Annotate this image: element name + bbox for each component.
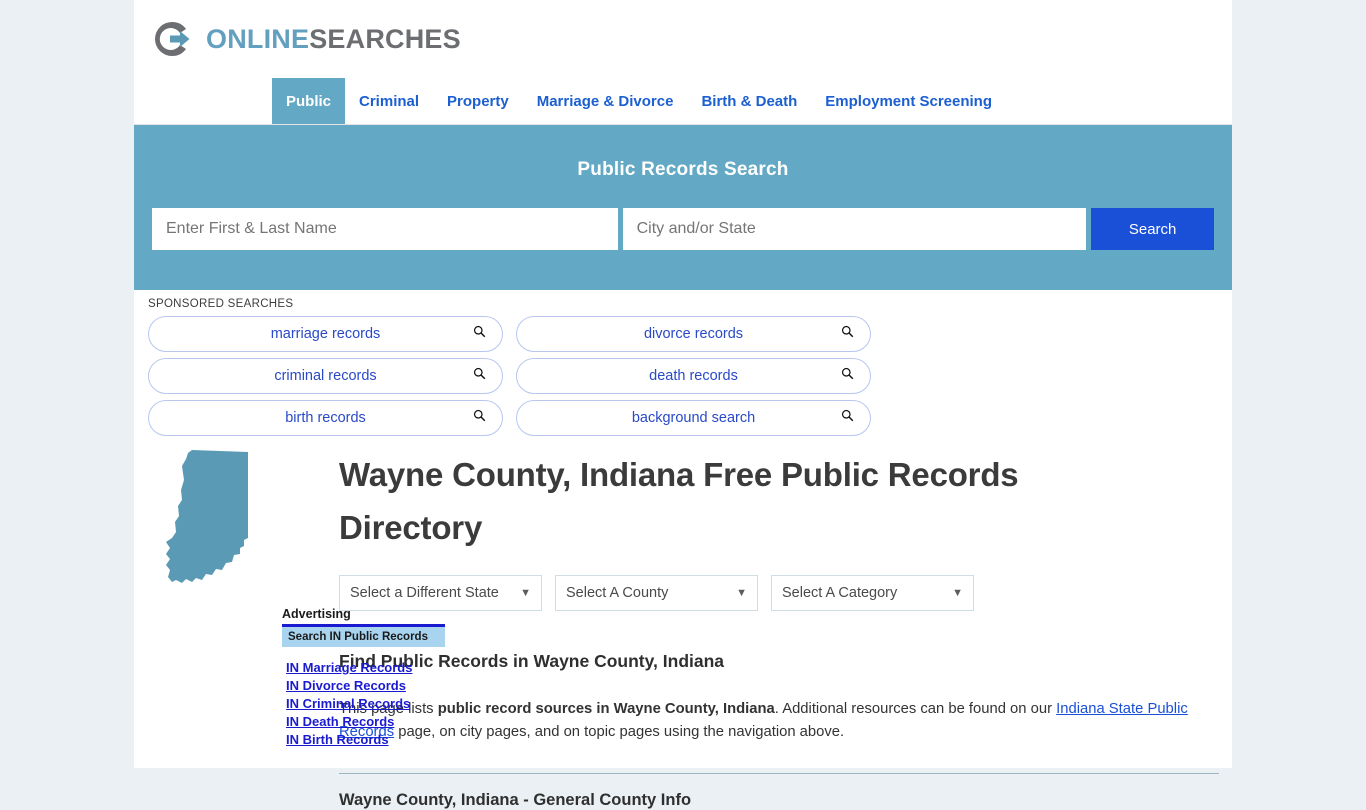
select-label: Select A Category [782, 584, 898, 601]
tab-label: Marriage & Divorce [536, 92, 674, 110]
filter-selects: Select a Different State ▼ Select A Coun… [339, 574, 1232, 611]
intro-text-3: page, on city pages, and on topic pages … [394, 723, 845, 740]
tab-marriage-divorce[interactable]: Marriage & Divorce [523, 78, 688, 124]
search-band: Public Records Search Search [134, 125, 1232, 290]
tab-criminal[interactable]: Criminal [345, 78, 433, 124]
site-logo[interactable]: ONLINESEARCHES [134, 0, 1232, 78]
search-icon [473, 367, 486, 385]
ad-link-in-criminal-records[interactable]: IN Criminal Records [282, 695, 445, 713]
pill-label: background search [631, 410, 756, 426]
chevron-down-icon: ▼ [520, 586, 531, 599]
select-label: Select A County [566, 584, 669, 601]
sponsored-pill-background-search[interactable]: background search [516, 400, 871, 436]
logo-wordmark: ONLINESEARCHES [206, 24, 461, 55]
search-in-public-records-banner[interactable]: Search IN Public Records [282, 624, 445, 647]
tab-employment-screening[interactable]: Employment Screening [811, 78, 1006, 124]
search-icon [841, 367, 854, 385]
tab-label: Criminal [359, 92, 420, 110]
tab-label: Property [447, 92, 509, 110]
advertising-links: IN Marriage Records IN Divorce Records I… [282, 659, 445, 749]
sponsored-pill-birth-records[interactable]: birth records [148, 400, 503, 436]
tab-public[interactable]: Public [272, 78, 346, 124]
search-icon [841, 409, 854, 427]
ad-link-in-death-records[interactable]: IN Death Records [282, 713, 445, 731]
logo-online-text: ONLINE [206, 23, 310, 54]
sponsored-pill-divorce-records[interactable]: divorce records [516, 316, 871, 352]
chevron-down-icon: ▼ [952, 586, 963, 599]
page-container: ONLINESEARCHES Public Criminal Property … [134, 0, 1232, 809]
general-county-info-heading: Wayne County, Indiana - General County I… [339, 790, 692, 809]
advertising-title: Advertising [282, 607, 351, 621]
sponsored-searches: SPONSORED SEARCHES marriage records divo… [134, 290, 1232, 436]
search-band-title: Public Records Search [577, 159, 789, 180]
pill-label: marriage records [270, 326, 381, 342]
search-icon [841, 325, 854, 343]
pill-label: divorce records [643, 326, 744, 342]
circle-arrow-logo-icon [150, 17, 194, 61]
tab-label: Public [286, 92, 332, 110]
indiana-state-outline-icon [148, 450, 328, 590]
sponsored-pill-grid: marriage records divorce records crimina… [148, 316, 1218, 436]
intro-text-bold: public record sources in Wayne County, I… [437, 700, 775, 717]
sponsored-pill-death-records[interactable]: death records [516, 358, 871, 394]
intro-text-2: . Additional resources can be found on o… [774, 700, 1057, 717]
section-divider [339, 772, 1219, 774]
tab-label: Employment Screening [825, 92, 993, 110]
name-input[interactable] [152, 208, 618, 250]
advertising-box: Advertising Search IN Public Records IN … [282, 607, 445, 749]
sponsored-pill-marriage-records[interactable]: marriage records [148, 316, 503, 352]
tab-birth-death[interactable]: Birth & Death [687, 78, 811, 124]
ad-link-in-divorce-records[interactable]: IN Divorce Records [282, 677, 445, 695]
hero-right-column: Wayne County, Indiana Free Public Record… [328, 448, 1232, 810]
search-button[interactable]: Search [1091, 208, 1214, 250]
tab-property[interactable]: Property [433, 78, 523, 124]
ad-link-in-birth-records[interactable]: IN Birth Records [282, 731, 445, 749]
search-icon [473, 409, 486, 427]
select-label: Select a Different State [350, 584, 499, 601]
tab-label: Birth & Death [701, 92, 798, 110]
search-form: Search [152, 208, 1214, 250]
pill-label: criminal records [274, 368, 377, 384]
search-icon [473, 325, 486, 343]
sponsored-searches-label: SPONSORED SEARCHES [148, 298, 294, 310]
category-select[interactable]: Select A Category ▼ [771, 574, 974, 611]
section-heading: Find Public Records in Wayne County, Ind… [339, 650, 725, 671]
pill-label: birth records [285, 410, 366, 426]
main-navigation: Public Criminal Property Marriage & Divo… [134, 78, 1232, 125]
county-select[interactable]: Select A County ▼ [555, 574, 758, 611]
sponsored-pill-criminal-records[interactable]: criminal records [148, 358, 503, 394]
state-select[interactable]: Select a Different State ▼ [339, 574, 542, 611]
intro-paragraph: This page lists public record sources in… [339, 698, 1214, 744]
ad-link-in-marriage-records[interactable]: IN Marriage Records [282, 659, 445, 677]
chevron-down-icon: ▼ [736, 586, 747, 599]
logo-searches-text: SEARCHES [309, 23, 461, 54]
city-state-input[interactable] [622, 208, 1087, 250]
page-title: Wayne County, Indiana Free Public Record… [339, 456, 1019, 547]
pill-label: death records [649, 368, 738, 384]
